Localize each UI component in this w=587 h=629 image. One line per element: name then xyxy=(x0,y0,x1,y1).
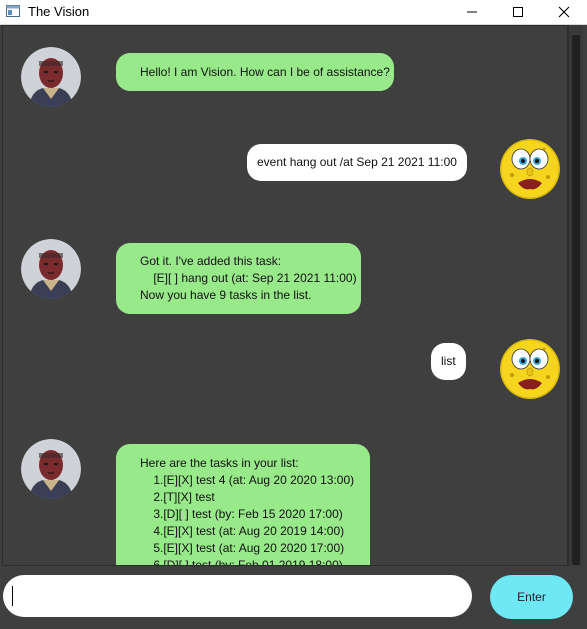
close-button[interactable] xyxy=(541,0,587,24)
maximize-icon xyxy=(513,7,523,17)
message-text: Got it. I've added this task: xyxy=(140,254,282,268)
app-window-icon xyxy=(6,5,20,17)
user-message-bubble: list xyxy=(431,343,466,380)
vertical-scrollbar[interactable] xyxy=(568,25,583,566)
bot-message-bubble: Got it. I've added this task: [E][ ] han… xyxy=(116,243,361,314)
message-text: 6.[D][ ] test (by: Feb 01 2019 18:00) xyxy=(140,558,343,566)
bot-message-bubble: Hello! I am Vision. How can I be of assi… xyxy=(116,53,394,91)
close-icon xyxy=(558,6,570,18)
message-text: 2.[T][X] test xyxy=(140,490,215,504)
title-bar: The Vision xyxy=(0,0,587,25)
user-message-bubble: event hang out /at Sep 21 2021 11:00 xyxy=(247,144,467,181)
message-text: 1.[E][X] test 4 (at: Aug 20 2020 13:00) xyxy=(140,473,355,487)
vision-avatar-icon xyxy=(21,47,81,107)
chat-scroll-area[interactable]: Hello! I am Vision. How can I be of assi… xyxy=(2,25,568,566)
vision-avatar-icon xyxy=(21,239,81,299)
text-caret xyxy=(12,586,13,606)
minimize-button[interactable] xyxy=(449,0,495,24)
input-bar: Enter xyxy=(0,567,587,629)
message-text: 3.[D][ ] test (by: Feb 15 2020 17:00) xyxy=(140,507,343,521)
scrollbar-thumb[interactable] xyxy=(572,35,580,565)
message-text: event hang out /at Sep 21 2021 11:00 xyxy=(257,155,457,169)
spongebob-avatar-icon xyxy=(500,139,560,199)
message-input[interactable] xyxy=(3,575,472,617)
message-text: 5.[E][X] test (at: Aug 20 2020 17:00) xyxy=(140,541,345,555)
enter-button[interactable]: Enter xyxy=(490,575,573,619)
message-text: [E][ ] hang out (at: Sep 21 2021 11:00) xyxy=(140,271,357,285)
message-text: 4.[E][X] test (at: Aug 20 2019 14:00) xyxy=(140,524,345,538)
spongebob-avatar-icon xyxy=(500,339,560,399)
minimize-icon xyxy=(467,11,477,13)
message-text: Hello! I am Vision. How can I be of assi… xyxy=(140,65,390,79)
bot-message-bubble: Here are the tasks in your list: 1.[E][X… xyxy=(116,444,370,566)
maximize-button[interactable] xyxy=(495,0,541,24)
message-text: Now you have 9 tasks in the list. xyxy=(140,288,312,302)
message-text: Here are the tasks in your list: xyxy=(140,456,299,470)
window-title: The Vision xyxy=(28,4,90,19)
message-text: list xyxy=(441,354,456,368)
vision-avatar-icon xyxy=(21,439,81,499)
